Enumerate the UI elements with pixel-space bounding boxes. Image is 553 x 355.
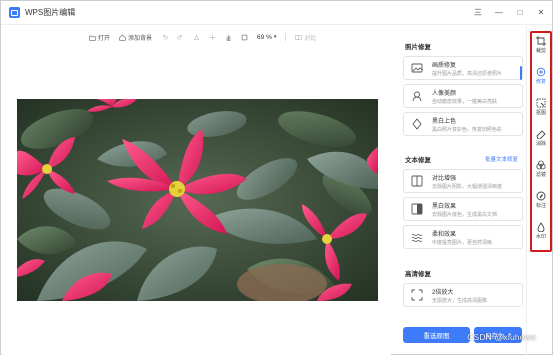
maximize-button[interactable]: □ bbox=[515, 8, 525, 18]
tool-eraser[interactable]: 消除 bbox=[532, 129, 550, 147]
card-description: 去除图片底色，生成黑白文档 bbox=[432, 211, 498, 218]
compare-icon bbox=[295, 34, 302, 40]
card-portrait-beauty[interactable]: 人像美颜 自动磨皮效果，一键美白亮肤 bbox=[403, 84, 523, 108]
batch-text-repair-link[interactable]: 批量文本修复 bbox=[485, 155, 518, 163]
compare-button[interactable]: 对比 bbox=[295, 33, 316, 42]
folder-icon bbox=[89, 35, 96, 41]
cutout-icon bbox=[536, 98, 546, 108]
poinsettia-photo bbox=[17, 99, 378, 301]
tool-repair-label: 修复 bbox=[535, 79, 546, 85]
compare-label: 对比 bbox=[304, 35, 317, 42]
zoom-value: 69 % bbox=[257, 33, 272, 41]
reselect-image-label: 重选原图 bbox=[423, 333, 450, 340]
card-description: 黑白照片变彩色，恢复旧照色彩 bbox=[432, 126, 503, 133]
colorize-icon bbox=[410, 117, 424, 131]
rotate-button[interactable] bbox=[193, 34, 200, 41]
tool-annotate[interactable]: 标注 bbox=[532, 191, 550, 209]
rotate-icon bbox=[193, 34, 200, 40]
hand-tool-button[interactable] bbox=[225, 34, 232, 41]
tool-filter[interactable]: 滤镜 bbox=[532, 160, 550, 178]
flip-icon bbox=[209, 34, 216, 40]
card-2x-upscale[interactable]: 2倍放大 无损放大，生成高清图像 bbox=[403, 283, 523, 307]
card-soft-effect[interactable]: 柔和效果 中度提亮图片，更自然清晰 bbox=[403, 225, 523, 249]
card-description: 自动磨皮效果，一键美白亮肤 bbox=[432, 98, 498, 105]
card-title: 画质修复 bbox=[432, 62, 457, 69]
watermark-text: CSDN @xiuhewe bbox=[467, 332, 536, 342]
undo-icon bbox=[162, 33, 168, 39]
zoom-dropdown[interactable]: 69 % ▾ bbox=[257, 34, 276, 41]
title-bar: WPS图片编辑 三 — □ ✕ bbox=[1, 1, 552, 25]
eraser-icon bbox=[536, 130, 546, 139]
tool-eraser-label: 消除 bbox=[535, 141, 546, 147]
image-quality-icon bbox=[410, 61, 424, 75]
card-colorize[interactable]: 黑白上色 黑白照片变彩色，恢复旧照色彩 bbox=[403, 112, 523, 136]
tool-watermark-label: 水印 bbox=[535, 234, 546, 240]
section-title-photo-repair: 照片修复 bbox=[405, 44, 431, 51]
card-title: 人像美颜 bbox=[432, 90, 457, 97]
card-description: 提升图片品质，高清还原老照片 bbox=[432, 70, 503, 77]
reselect-image-button[interactable]: 重选原图 bbox=[403, 327, 470, 343]
section-title-hd-repair: 高清修复 bbox=[405, 271, 431, 278]
tool-filter-label: 滤镜 bbox=[535, 172, 546, 178]
tool-crop-label: 裁剪 bbox=[535, 48, 546, 54]
tool-annotate-label: 标注 bbox=[535, 203, 546, 209]
card-quality-repair[interactable]: 画质修复 提升图片品质，高清还原老照片 bbox=[403, 56, 523, 80]
crop-icon bbox=[536, 36, 546, 46]
minimize-button[interactable]: — bbox=[494, 8, 504, 18]
annotate-icon bbox=[536, 191, 546, 201]
document-bw-icon bbox=[410, 202, 424, 216]
toolbar-divider bbox=[526, 26, 527, 355]
image-canvas[interactable] bbox=[2, 47, 391, 355]
tool-cutout[interactable]: 抠图 bbox=[532, 98, 550, 116]
card-description: 无损放大，生成高清图像 bbox=[432, 297, 488, 304]
redo-button[interactable] bbox=[177, 33, 184, 41]
menu-button[interactable]: 三 bbox=[473, 8, 483, 18]
open-button[interactable]: 打开 bbox=[89, 33, 110, 42]
expand-icon bbox=[410, 288, 424, 302]
card-title: 柔和效果 bbox=[432, 231, 457, 238]
soft-wave-icon bbox=[410, 230, 424, 244]
card-description: 去除图片阴影，大幅增强清晰度 bbox=[432, 183, 503, 190]
image-toolbar: 打开 添加背景 69 % ▾ 对比 bbox=[89, 31, 316, 43]
card-title: 2倍放大 bbox=[432, 289, 454, 296]
chevron-down-icon: ▾ bbox=[273, 34, 277, 40]
fit-screen-icon bbox=[241, 34, 248, 40]
tool-watermark[interactable]: 水印 bbox=[532, 222, 550, 240]
add-background-button[interactable]: 添加背景 bbox=[119, 33, 152, 42]
repair-icon bbox=[536, 67, 546, 77]
repair-panel: 照片修复 画质修复 提升图片品质，高清还原老照片 人像美颜 自动磨皮效果，一键美… bbox=[395, 37, 525, 355]
card-black-white[interactable]: 黑白效果 去除图片底色，生成黑白文档 bbox=[403, 197, 523, 221]
fit-screen-button[interactable] bbox=[241, 34, 248, 41]
home-background-icon bbox=[119, 34, 126, 41]
tool-crop[interactable]: 裁剪 bbox=[532, 36, 550, 54]
app-logo-icon bbox=[9, 7, 20, 18]
toolbar-divider bbox=[285, 33, 287, 41]
hand-icon bbox=[226, 34, 231, 41]
portrait-icon bbox=[410, 89, 424, 103]
app-window: WPS图片编辑 三 — □ ✕ 打开 添加背景 69 % ▾ 对比 照片修复 画… bbox=[0, 0, 553, 355]
card-contrast-enhance[interactable]: 对比增强 去除图片阴影，大幅增强清晰度 bbox=[403, 169, 523, 193]
redo-icon bbox=[177, 33, 183, 39]
card-title: 黑白上色 bbox=[432, 118, 457, 125]
card-title: 黑白效果 bbox=[432, 203, 457, 210]
tool-sidebar-highlight: 裁剪 修复 抠图 消除 滤镜 标注 水印 bbox=[530, 31, 552, 252]
flip-button[interactable] bbox=[209, 34, 216, 41]
filter-icon bbox=[536, 160, 546, 170]
tool-cutout-label: 抠图 bbox=[535, 110, 546, 116]
card-description: 中度提亮图片，更自然清晰 bbox=[432, 239, 493, 246]
tool-repair[interactable]: 修复 bbox=[532, 67, 550, 85]
close-button[interactable]: ✕ bbox=[536, 8, 546, 18]
window-controls: 三 — □ ✕ bbox=[473, 1, 546, 25]
open-label: 打开 bbox=[98, 35, 111, 42]
watermark-icon bbox=[537, 222, 545, 232]
active-tool-indicator bbox=[520, 66, 522, 80]
app-title: WPS图片编辑 bbox=[25, 8, 76, 17]
undo-button[interactable] bbox=[161, 33, 168, 41]
add-background-label: 添加背景 bbox=[128, 35, 153, 42]
section-title-text-repair: 文本修复 bbox=[405, 157, 431, 164]
contrast-icon bbox=[410, 174, 424, 188]
card-title: 对比增强 bbox=[432, 175, 457, 182]
